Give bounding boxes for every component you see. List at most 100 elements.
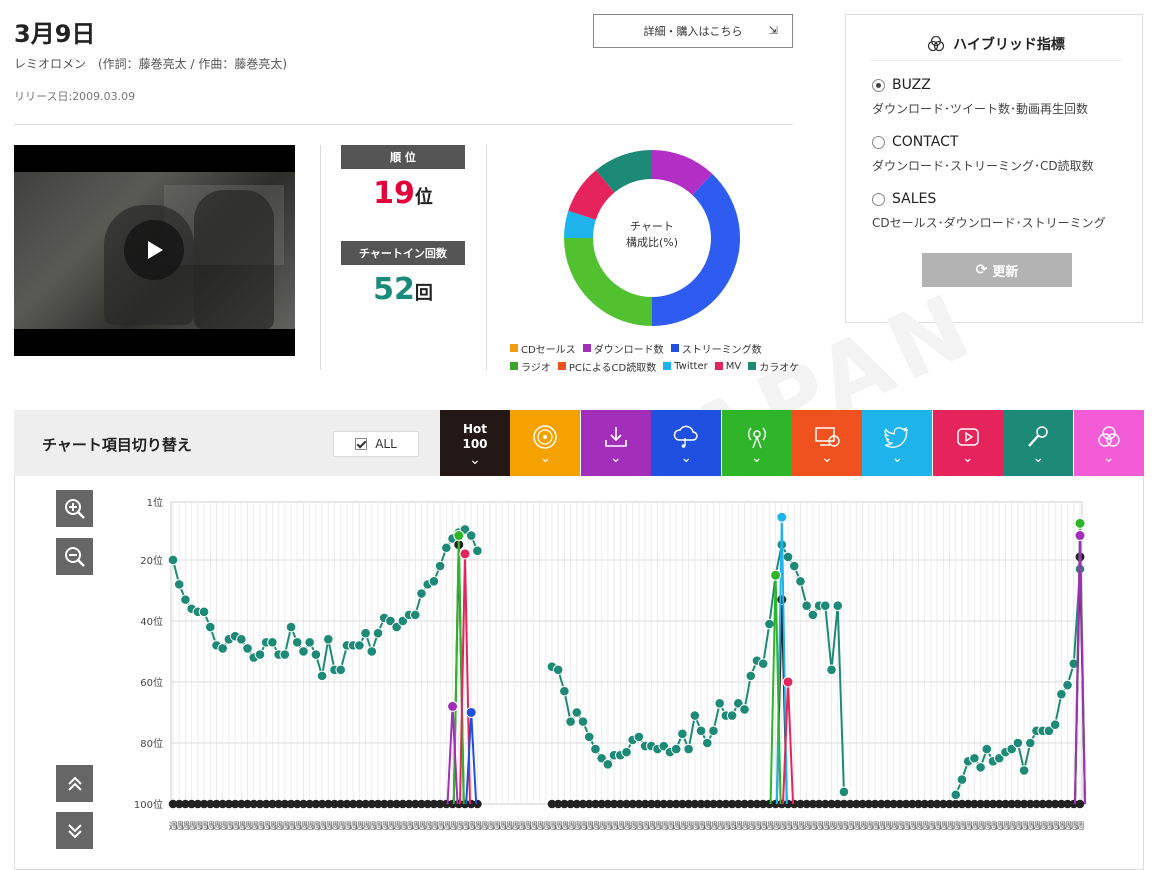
- rank-value: 19位: [341, 176, 465, 211]
- tab-cd-sales[interactable]: ⌄: [510, 410, 581, 476]
- scroll-up-button[interactable]: [56, 765, 93, 802]
- option-desc: CDセールス･ダウンロード･ストリーミング: [872, 216, 1106, 230]
- all-label: ALL: [375, 437, 397, 451]
- update-label: 更新: [992, 264, 1019, 280]
- rank-suffix: 位: [414, 187, 433, 208]
- radio-contact[interactable]: [872, 135, 885, 149]
- count-suffix: 回: [414, 283, 433, 304]
- tab-karaoke[interactable]: ⌄: [1003, 410, 1074, 476]
- tab-mv[interactable]: ⌄: [932, 410, 1003, 476]
- divider: [14, 124, 793, 125]
- chart-in-count-label: チャートイン回数: [341, 241, 465, 265]
- mv-icon: [957, 427, 979, 446]
- tab-streaming[interactable]: ⌄: [651, 410, 722, 476]
- legend-item: ストリーミング数: [670, 341, 762, 356]
- hybrid-title: ハイブリッド指標: [870, 27, 1122, 61]
- all-checkbox[interactable]: ALL: [333, 431, 419, 457]
- hot100-label: Hot 100: [462, 422, 487, 452]
- legend-row: ラジオ PCによるCD読取数 Twitter MV カラオケ: [510, 357, 830, 375]
- donut-legend: CDセールス ダウンロード数 ストリーミング数 ラジオ PCによるCD読取数 Twitt…: [510, 339, 830, 375]
- release-date: リリース日:2009.03.09: [14, 90, 136, 103]
- option-desc: ダウンロード･ストリーミング･CD読取数: [872, 159, 1094, 173]
- streaming-icon: [673, 425, 698, 448]
- legend-label: ラジオ: [521, 362, 551, 374]
- legend-label: カラオケ: [759, 362, 800, 374]
- twitter-icon: [884, 426, 909, 448]
- legend-item: ラジオ: [510, 359, 551, 374]
- chart-panel: [14, 410, 1144, 870]
- tab-hybrid[interactable]: ⌄: [1073, 410, 1144, 476]
- cd-sales-icon: [533, 424, 558, 449]
- tab-radio[interactable]: ⌄: [721, 410, 792, 476]
- zoom-in-icon: [64, 498, 85, 519]
- legend-item: MV: [714, 360, 742, 372]
- checkbox-checked-icon: [355, 438, 368, 450]
- donut-center-line2: 構成比(%): [625, 236, 679, 249]
- video-thumbnail[interactable]: [14, 145, 295, 356]
- tab-download[interactable]: ⌄: [580, 410, 651, 476]
- legend-item: カラオケ: [748, 359, 799, 374]
- radio-sales[interactable]: [872, 192, 885, 206]
- chevron-down-icon: ⌄: [891, 449, 904, 466]
- pc-cd-read-icon: [815, 426, 840, 447]
- radio-buzz[interactable]: [872, 78, 885, 92]
- chevron-down-icon: ⌄: [1102, 449, 1115, 466]
- chevron-down-icon: ⌄: [539, 449, 552, 466]
- legend-swatch: [582, 344, 591, 352]
- legend-item: PCによるCD読取数: [557, 359, 657, 374]
- zoom-out-icon: [64, 546, 85, 567]
- option-label: SALES: [892, 191, 937, 207]
- legend-item: CDセールス: [510, 341, 576, 356]
- hot100-line1: Hot: [462, 421, 488, 436]
- legend-label: ストリーミング数: [681, 344, 762, 356]
- legend-item: Twitter: [663, 361, 708, 372]
- scroll-down-button[interactable]: [56, 812, 93, 849]
- option-buzz[interactable]: BUZZ ダウンロード･ツイート数･動画再生回数: [872, 77, 1088, 117]
- play-icon: [148, 241, 163, 259]
- option-desc: ダウンロード･ツイート数･動画再生回数: [872, 102, 1089, 116]
- chevron-down-icon: ⌄: [1032, 449, 1045, 466]
- legend-label: PCによるCD読取数: [568, 362, 657, 374]
- legend-swatch: [557, 362, 566, 370]
- chevron-down-icon: ⌄: [821, 449, 833, 466]
- tab-twitter[interactable]: ⌄: [862, 410, 933, 476]
- chevron-down-icon: ⌄: [469, 451, 481, 468]
- option-label: BUZZ: [892, 77, 931, 93]
- donut-center-line1: チャート: [630, 220, 674, 233]
- detail-purchase-button[interactable]: 詳細・購入はこちら ⇲: [593, 14, 793, 48]
- legend-item: ダウンロード数: [582, 341, 664, 356]
- legend-label: ダウンロード数: [593, 344, 664, 356]
- legend-swatch: [670, 344, 679, 352]
- play-button[interactable]: [124, 220, 184, 280]
- rank-label: 順 位: [341, 145, 465, 169]
- chevron-down-icon: ⌄: [609, 449, 622, 466]
- option-label: CONTACT: [892, 134, 959, 150]
- composition-donut: チャート 構成比(%): [562, 148, 742, 328]
- tab-pc-cd-read[interactable]: ⌄: [792, 410, 862, 476]
- external-arrow-icon: ⇲: [768, 24, 778, 37]
- option-sales[interactable]: SALES CDセールス･ダウンロード･ストリーミング: [872, 191, 1106, 231]
- option-contact[interactable]: CONTACT ダウンロード･ストリーミング･CD読取数: [872, 134, 1094, 174]
- hot100-line2: 100: [462, 436, 488, 451]
- chevron-down-icon: ⌄: [680, 449, 693, 466]
- detail-button-label: 詳細・購入はこちら: [643, 25, 743, 38]
- double-chevron-down-icon: [67, 823, 82, 838]
- legend-swatch: [748, 362, 757, 370]
- chevron-down-icon: ⌄: [961, 449, 974, 466]
- legend-label: Twitter: [674, 360, 708, 372]
- legend-label: CDセールス: [521, 344, 576, 356]
- legend-row: CDセールス ダウンロード数 ストリーミング数: [510, 339, 830, 357]
- legend-swatch: [510, 344, 518, 352]
- download-icon: [604, 426, 627, 447]
- zoom-in-button[interactable]: [56, 490, 93, 527]
- hybrid-icon: [1097, 425, 1120, 447]
- hybrid-index-panel: ハイブリッド指標 BUZZ ダウンロード･ツイート数･動画再生回数 CONTAC…: [845, 14, 1143, 323]
- zoom-out-button[interactable]: [56, 538, 93, 575]
- tab-hot100[interactable]: Hot 100 ⌄: [440, 410, 510, 476]
- double-chevron-up-icon: [67, 776, 82, 791]
- legend-swatch: [510, 362, 518, 370]
- chevron-down-icon: ⌄: [750, 449, 763, 466]
- legend-label: MV: [725, 360, 742, 372]
- donut-slice: [564, 238, 652, 326]
- karaoke-icon: [1028, 425, 1048, 447]
